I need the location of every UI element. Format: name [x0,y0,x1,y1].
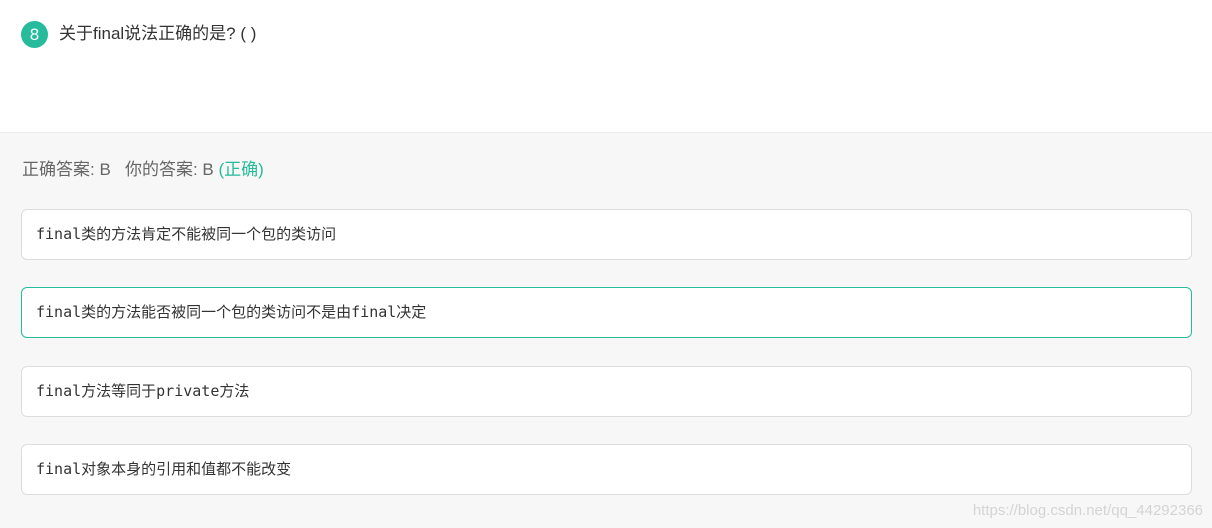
option-a-text: final类的方法肯定不能被同一个包的类访问 [36,225,337,243]
option-c[interactable]: final方法等同于private方法 [21,366,1192,417]
option-d-text: final对象本身的引用和值都不能改变 [36,460,292,478]
option-d[interactable]: final对象本身的引用和值都不能改变 [21,444,1192,495]
question-number-badge: 8 [21,21,48,48]
option-b-text: final类的方法能否被同一个包的类访问不是由final决定 [36,303,427,321]
option-c-text: final方法等同于private方法 [36,382,250,400]
watermark: https://blog.csdn.net/qq_44292366 [972,502,1203,519]
option-a[interactable]: final类的方法肯定不能被同一个包的类访问 [21,209,1192,260]
question-text: 关于final说法正确的是? ( ) [59,24,257,43]
your-answer-label: 你的答案: B [124,160,214,179]
result-tag: (正确) [218,160,264,179]
correct-answer-label: 正确答案: B [22,160,111,179]
answer-summary: 正确答案: B 你的答案: B (正确) [22,158,264,182]
quiz-page: 8 关于final说法正确的是? ( ) 正确答案: B 你的答案: B (正确… [0,0,1212,528]
question-area: 8 关于final说法正确的是? ( ) [0,0,1212,133]
option-b[interactable]: final类的方法能否被同一个包的类访问不是由final决定 [21,287,1192,338]
